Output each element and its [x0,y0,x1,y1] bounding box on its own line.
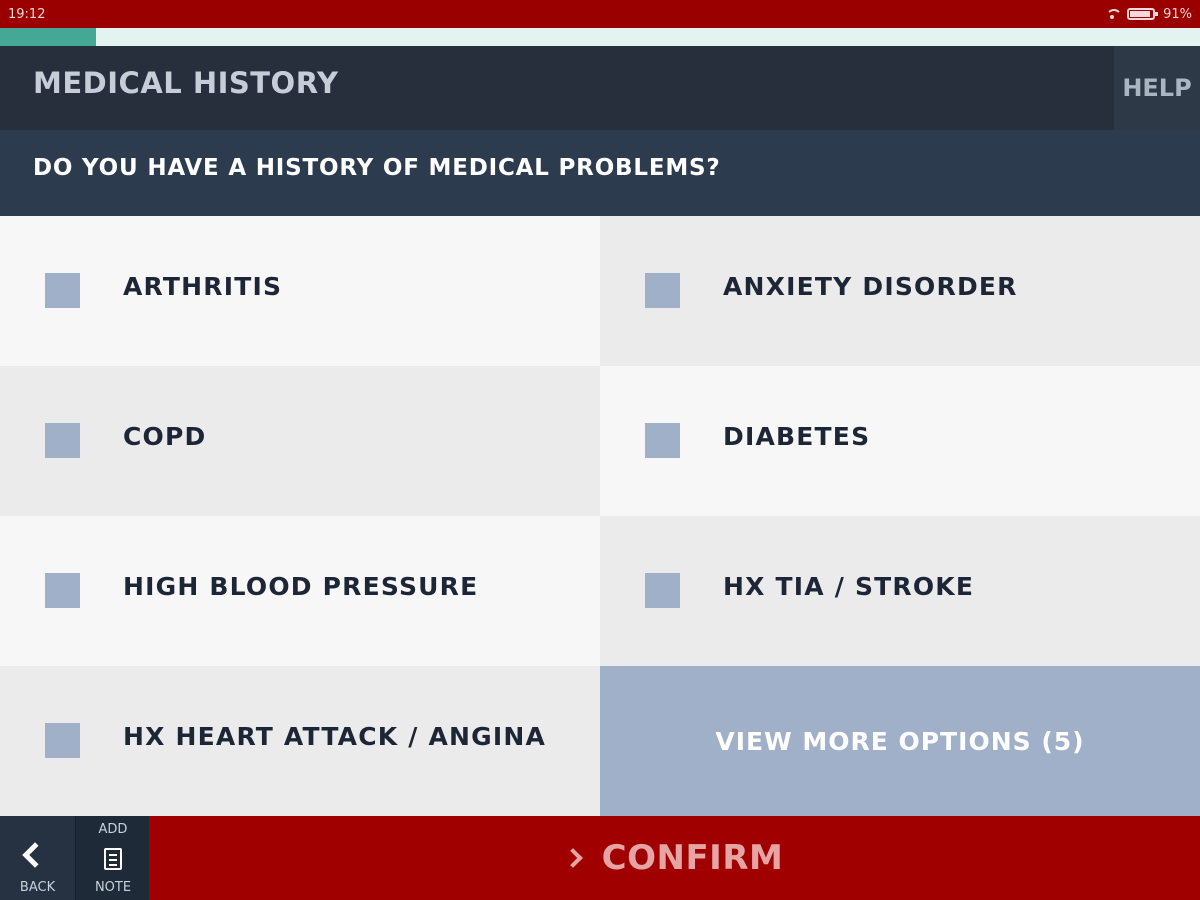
option-hx-heart-attack-angina[interactable]: HX HEART ATTACK / ANGINA [0,666,600,816]
checkbox[interactable] [645,423,680,458]
add-note-button[interactable]: ADD NOTE [75,816,149,900]
bottom-bar: BACK ADD NOTE CONFIRM [0,816,1200,900]
option-label: COPD [123,422,207,451]
option-hx-tia-stroke[interactable]: HX TIA / STROKE [600,516,1200,666]
chevron-right-icon [562,848,583,868]
add-label: ADD [98,822,128,837]
option-high-blood-pressure[interactable]: HIGH BLOOD PRESSURE [0,516,600,666]
note-icon [104,848,122,870]
checkbox[interactable] [45,423,80,458]
option-label: ARTHRITIS [123,272,283,301]
page-title: MEDICAL HISTORY [33,66,339,100]
view-more-options-button[interactable]: VIEW MORE OPTIONS (5) [600,666,1200,816]
option-label: HIGH BLOOD PRESSURE [123,572,479,601]
battery-icon [1127,8,1159,20]
confirm-button[interactable]: CONFIRM [149,816,1200,900]
progress-bar [0,28,1200,46]
checkbox[interactable] [45,723,80,758]
checkbox[interactable] [45,573,80,608]
option-arthritis[interactable]: ARTHRITIS [0,216,600,366]
wifi-icon [1105,9,1123,19]
battery-percent: 91% [1163,6,1192,22]
checkbox[interactable] [645,573,680,608]
options-grid: ARTHRITIS ANXIETY DISORDER COPD DIABETES… [0,216,1200,816]
option-label: DIABETES [723,422,871,451]
help-button[interactable]: HELP [1114,46,1200,130]
checkbox[interactable] [45,273,80,308]
view-more-label: VIEW MORE OPTIONS (5) [715,726,1085,756]
option-label: ANXIETY DISORDER [723,272,1018,301]
option-label: HX TIA / STROKE [723,572,975,601]
progress-fill [0,28,96,46]
confirm-label: CONFIRM [601,838,784,878]
header: MEDICAL HISTORY HELP [0,46,1200,130]
option-diabetes[interactable]: DIABETES [600,366,1200,516]
question-banner: DO YOU HAVE A HISTORY OF MEDICAL PROBLEM… [0,130,1200,216]
back-label: BACK [19,880,56,895]
option-copd[interactable]: COPD [0,366,600,516]
back-button[interactable]: BACK [0,816,75,900]
option-anxiety-disorder[interactable]: ANXIETY DISORDER [600,216,1200,366]
option-label: HX HEART ATTACK / ANGINA [123,722,547,751]
status-bar: 19:12 91% [0,0,1200,28]
chevron-left-icon [22,842,48,868]
checkbox[interactable] [645,273,680,308]
question-text: DO YOU HAVE A HISTORY OF MEDICAL PROBLEM… [33,155,721,181]
status-icons: 91% [1105,7,1192,22]
note-label: NOTE [94,880,132,895]
status-time: 19:12 [8,6,46,22]
